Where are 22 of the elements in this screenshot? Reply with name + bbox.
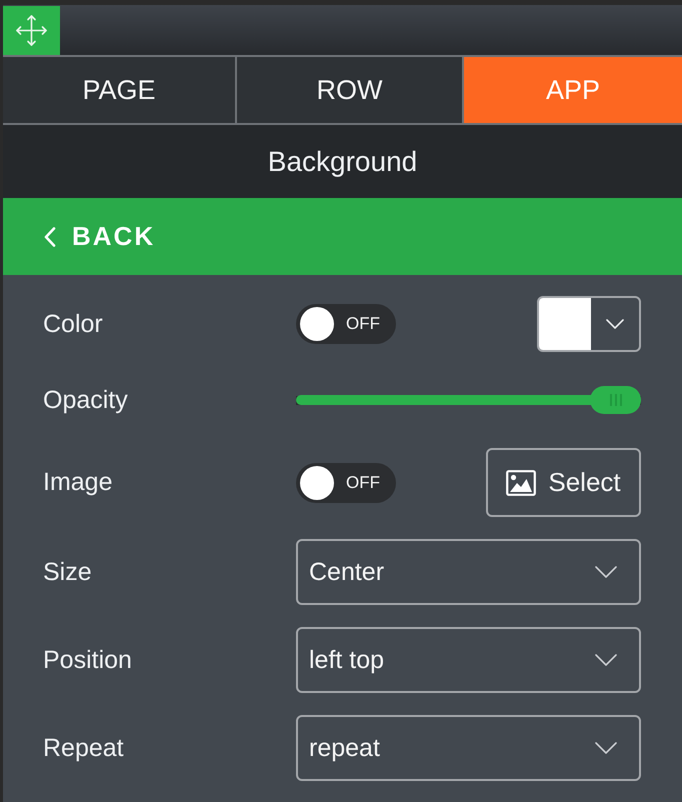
color-picker-button[interactable]: [537, 296, 641, 352]
setting-label: Size: [43, 558, 93, 586]
toggle-switch[interactable]: OFF: [296, 462, 396, 502]
move-icon[interactable]: [3, 6, 60, 55]
chevron-down-icon: [595, 566, 617, 578]
setting-label: Color: [43, 310, 104, 338]
setting-label: Repeat: [43, 734, 125, 762]
dropdown-field[interactable]: Center: [296, 539, 641, 605]
section-title: Background: [3, 125, 682, 198]
chevron-left-icon: [44, 226, 56, 246]
slider-thumb[interactable]: [590, 386, 641, 414]
chevron-down-icon: [595, 654, 617, 666]
chevron-down-icon: [606, 319, 624, 329]
setting-label: Position: [43, 646, 133, 674]
toggle-switch[interactable]: OFF: [296, 304, 396, 344]
chevron-down-icon: [595, 742, 617, 754]
dropdown-field[interactable]: repeat: [296, 715, 641, 781]
select-button[interactable]: Select: [486, 448, 641, 517]
dropdown-field[interactable]: left top: [296, 627, 641, 693]
setting-label: Opacity: [43, 386, 129, 414]
image-icon: [506, 470, 536, 496]
setting-label: Image: [43, 468, 114, 497]
